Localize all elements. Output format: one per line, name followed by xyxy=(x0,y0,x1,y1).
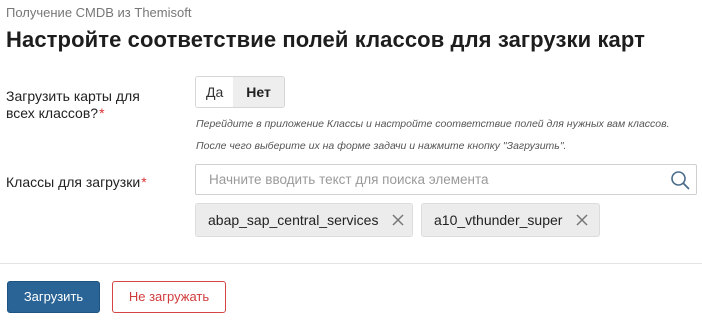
toggle-option-yes[interactable]: Да xyxy=(196,77,234,107)
chip-label: abap_sap_central_services xyxy=(208,212,379,228)
search-icon[interactable] xyxy=(670,170,690,190)
hint-text: Перейдите в приложение Классы и настройт… xyxy=(196,118,670,130)
chip-label: a10_vthunder_super xyxy=(434,212,563,228)
load-cards-label-text: Загрузить карты для всех классов? xyxy=(6,88,140,121)
classes-label-text: Классы для загрузки xyxy=(6,174,141,190)
skip-load-button[interactable]: Не загружать xyxy=(112,281,226,313)
selected-class-chip: a10_vthunder_super xyxy=(421,203,600,237)
toggle-option-no[interactable]: Нет xyxy=(233,77,284,107)
page-title: Настройте соответствие полей классов для… xyxy=(6,27,646,52)
close-icon[interactable] xyxy=(390,212,406,228)
load-button[interactable]: Загрузить xyxy=(7,281,100,313)
divider xyxy=(0,263,702,264)
classes-label: Классы для загрузки* xyxy=(6,174,147,191)
breadcrumb: Получение CMDB из Themisoft xyxy=(6,5,192,20)
load-cards-label: Загрузить карты для всех классов?* xyxy=(6,88,166,122)
close-icon[interactable] xyxy=(574,212,590,228)
classes-search-field[interactable] xyxy=(195,164,697,195)
load-cards-toggle[interactable]: Да Нет xyxy=(195,76,285,108)
required-mark: * xyxy=(141,174,147,190)
hint-text: После чего выберите их на форме задачи и… xyxy=(196,140,567,152)
required-mark: * xyxy=(99,105,105,121)
classes-search-input[interactable] xyxy=(196,165,666,194)
selected-class-chip: abap_sap_central_services xyxy=(195,203,413,237)
